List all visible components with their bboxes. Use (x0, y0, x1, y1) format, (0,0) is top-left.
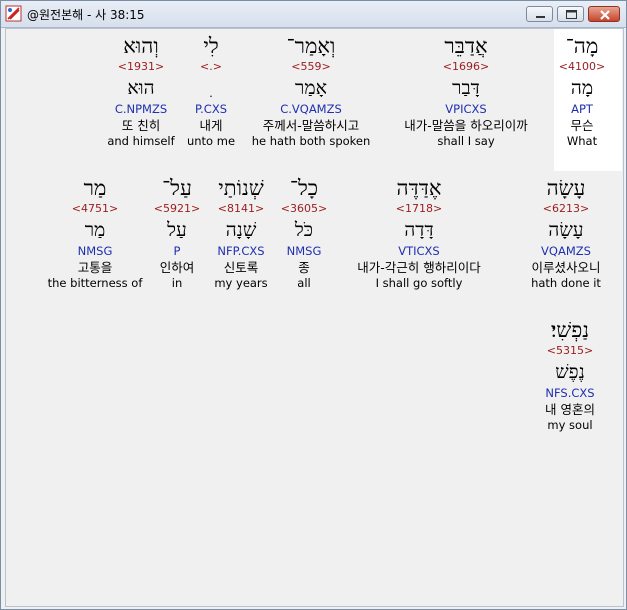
app-window: @원전본해 - 사 38:15 מָה־ <4100> מָה APT 무슨 W… (0, 0, 627, 610)
morphology-code: NFP.CXS (217, 244, 265, 258)
hebrew-lemma: כֹּל (294, 219, 314, 241)
morphology-code: C.VQAMZS (280, 102, 342, 116)
hebrew-word: עָשָׂה (546, 176, 586, 200)
hebrew-lemma: דָּדָה (404, 219, 434, 241)
english-gloss: and himself (107, 134, 175, 148)
word-item[interactable]: וְאָמַר־ <559> אָמַר C.VQAMZS 주께서-말씀하시고 … (252, 33, 371, 149)
korean-gloss: 내 영혼의 (545, 402, 595, 417)
hebrew-lemma: הוּא (127, 77, 155, 99)
english-gloss: hath done it (531, 276, 601, 290)
korean-gloss: 종 (298, 260, 310, 275)
strong-number[interactable]: <559> (252, 59, 371, 75)
word-item[interactable]: אֲדַבֵּר <1696> דָּבַר VPICXS 내가-말씀을 하오리… (404, 33, 527, 149)
strong-number[interactable]: <4751> (48, 201, 143, 217)
minimize-icon (536, 16, 545, 18)
hebrew-word: לִי (203, 34, 219, 58)
title-bar[interactable]: @원전본해 - 사 38:15 (1, 1, 626, 28)
word-item[interactable]: מָה־ <4100> מָה APT 무슨 What (559, 33, 605, 149)
word-item[interactable]: כָל־ <3605> כֹּל NMSG 종 all (281, 175, 327, 291)
hebrew-word: עַל־ (162, 176, 192, 200)
strong-number[interactable]: <1718> (357, 201, 480, 217)
hebrew-word: וְאָמַר־ (286, 34, 336, 58)
hebrew-lemma: נֶפֶשׁ (555, 361, 585, 383)
english-gloss: all (297, 276, 311, 290)
korean-gloss: 무슨 (570, 118, 594, 133)
english-gloss: shall I say (437, 134, 495, 148)
strong-number[interactable]: <6213> (531, 201, 601, 217)
word-item[interactable]: וְהוּא <1931> הוּא C.NPMZS 또 친히 and hims… (107, 33, 174, 149)
minimize-button[interactable] (526, 6, 553, 22)
english-gloss: unto me (186, 134, 236, 148)
korean-gloss: 신토록 (223, 260, 259, 275)
hebrew-word: אֲדַבֵּר (444, 34, 488, 58)
morphology-code: VQAMZS (541, 244, 591, 258)
app-icon (5, 5, 22, 22)
hebrew-word: מָה־ (565, 34, 599, 58)
korean-gloss: 이루셨사오니 (531, 260, 601, 275)
word-item[interactable]: עַל־ <5921> עַל P 인하여 in (154, 175, 200, 291)
hebrew-lemma: עַל (167, 219, 187, 241)
english-gloss: What (566, 134, 598, 148)
strong-number[interactable]: <4100> (559, 59, 605, 75)
hebrew-lemma: דָּבַר (452, 77, 480, 99)
morphology-code: C.NPMZS (114, 102, 168, 116)
maximize-icon (566, 10, 577, 19)
strong-number[interactable]: <.> (187, 59, 235, 75)
word-item[interactable]: עָשָׂה <6213> עָשָׂה VQAMZS 이루셨사오니 hath … (531, 175, 601, 291)
morphology-code: P.CXS (194, 102, 227, 116)
close-icon (600, 10, 610, 20)
strong-number[interactable]: <5921> (154, 201, 200, 217)
hebrew-word: כָל־ (289, 176, 319, 200)
strong-number[interactable]: <1696> (404, 59, 527, 75)
strong-number[interactable]: <3605> (281, 201, 327, 217)
hebrew-lemma: מָה (570, 77, 594, 99)
window-title: @원전본해 - 사 38:15 (27, 8, 145, 22)
maximize-button[interactable] (557, 6, 584, 22)
morphology-code: NFS.CXS (545, 386, 595, 400)
word-item[interactable]: אֶדַּדֶּה <1718> דָּדָה VTICXS 내가-각근히 행하… (357, 175, 480, 291)
english-gloss: I shall go softly (375, 276, 463, 290)
hebrew-lemma: מַר (84, 219, 106, 241)
hebrew-lemma: עָשָׂה (548, 219, 584, 241)
korean-gloss: 내게 (199, 118, 223, 133)
korean-gloss: 또 친히 (121, 118, 161, 133)
english-gloss: the bitterness of (47, 276, 143, 290)
morphology-code: VPICXS (445, 102, 487, 116)
word-item[interactable]: לִי <.> ִ P.CXS 내게 unto me (187, 33, 235, 149)
hebrew-lemma: ִ (187, 75, 235, 101)
hebrew-word: אֶדַּדֶּה (396, 176, 442, 200)
english-gloss: my soul (547, 418, 593, 432)
english-gloss: in (171, 276, 183, 290)
hebrew-word: וְהוּא (123, 34, 159, 58)
morphology-code: VTICXS (398, 244, 440, 258)
english-gloss: my years (214, 276, 268, 290)
morphology-code: NMSG (77, 244, 113, 258)
verse-panel[interactable]: מָה־ <4100> מָה APT 무슨 What אֲדַבֵּר <16… (5, 28, 624, 607)
korean-gloss: 내가-각근히 행하리이다 (357, 260, 481, 275)
morphology-code: P (173, 244, 181, 258)
korean-gloss: 주께서-말씀하시고 (262, 118, 360, 133)
word-item[interactable]: נַפְשִׁי׃ <5315> נֶפֶשׁ NFS.CXS 내 영혼의 my… (545, 317, 595, 433)
morphology-code: NMSG (286, 244, 322, 258)
english-gloss: he hath both spoken (251, 134, 371, 148)
strong-number[interactable]: <8141> (214, 201, 267, 217)
hebrew-lemma: שָׁנָה (225, 219, 257, 241)
korean-gloss: 고통을 (77, 260, 113, 275)
korean-gloss: 내가-말씀을 하오리이까 (404, 118, 528, 133)
close-button[interactable] (588, 6, 620, 22)
word-item[interactable]: שְׁנוֹתַי <8141> שָׁנָה NFP.CXS 신토록 my y… (214, 175, 267, 291)
hebrew-lemma: אָמַר (294, 77, 327, 99)
hebrew-word: שְׁנוֹתַי (218, 176, 264, 200)
strong-number[interactable]: <1931> (107, 59, 174, 75)
hebrew-word: מַר (83, 176, 107, 200)
hebrew-word: נַפְשִׁי׃ (550, 318, 590, 342)
strong-number[interactable]: <5315> (545, 343, 595, 359)
morphology-code: APT (571, 102, 593, 116)
word-item[interactable]: מַר <4751> מַר NMSG 고통을 the bitterness o… (48, 175, 143, 291)
korean-gloss: 인하여 (159, 260, 195, 275)
